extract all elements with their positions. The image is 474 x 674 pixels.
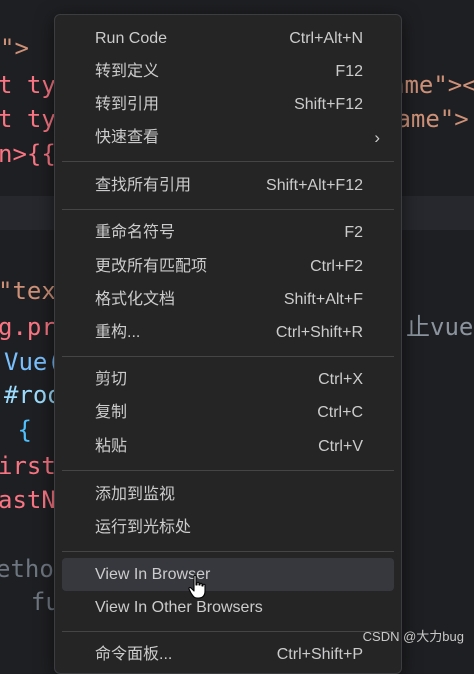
chevron-right-icon: › (374, 121, 380, 154)
code-line: "> (0, 32, 29, 65)
menu-item-change-all-occurrences[interactable]: 更改所有匹配项 Ctrl+F2 (62, 250, 394, 283)
menu-item-shortcut: F12 (335, 55, 363, 88)
menu-separator (62, 161, 394, 162)
menu-item-shortcut: Shift+F12 (294, 88, 363, 121)
menu-item-shortcut: Shift+Alt+F (284, 283, 363, 316)
code-line: astN (0, 484, 56, 517)
menu-item-view-in-browser[interactable]: View In Browser (62, 558, 394, 591)
menu-item-shortcut: Shift+Alt+F12 (266, 169, 363, 202)
menu-item-find-all-references[interactable]: 查找所有引用 Shift+Alt+F12 (62, 169, 394, 202)
code-fragment: 止vue (406, 311, 473, 344)
menu-item-shortcut: Ctrl+X (318, 363, 363, 396)
menu-item-view-in-other-browsers[interactable]: View In Other Browsers (62, 591, 394, 624)
menu-item-label: 转到引用 (95, 88, 159, 121)
menu-item-format-document[interactable]: 格式化文档 Shift+Alt+F (62, 283, 394, 316)
menu-item-shortcut: Ctrl+F2 (310, 250, 363, 283)
menu-item-go-to-definition[interactable]: 转到定义 F12 (62, 55, 394, 88)
menu-item-copy[interactable]: 复制 Ctrl+C (62, 396, 394, 429)
menu-item-label: 重构... (95, 316, 140, 349)
code-line: { (3, 414, 32, 447)
code-line: g.pr (0, 311, 56, 344)
menu-item-shortcut: Ctrl+V (318, 430, 363, 463)
menu-item-label: 运行到光标处 (95, 511, 191, 544)
menu-item-run-code[interactable]: Run Code Ctrl+Alt+N (62, 22, 394, 55)
menu-item-label: 复制 (95, 396, 127, 429)
menu-item-shortcut: Ctrl+C (317, 396, 363, 429)
menu-separator (62, 356, 394, 357)
menu-item-command-palette[interactable]: 命令面板... Ctrl+Shift+P (62, 638, 394, 671)
menu-item-label: 转到定义 (95, 55, 159, 88)
code-line: t ty (0, 103, 56, 136)
menu-item-label: 添加到监视 (95, 478, 175, 511)
menu-item-shortcut: Ctrl+Shift+P (277, 638, 363, 671)
menu-item-label: 查找所有引用 (95, 169, 191, 202)
menu-item-shortcut: Ctrl+Shift+R (276, 316, 363, 349)
context-menu: Run Code Ctrl+Alt+N 转到定义 F12 转到引用 Shift+… (54, 14, 402, 674)
menu-item-label: 命令面板... (95, 638, 172, 671)
menu-item-label: 快速查看 (95, 121, 159, 154)
menu-item-label: 格式化文档 (95, 283, 175, 316)
code-line: "tex (0, 275, 56, 308)
menu-item-cut[interactable]: 剪切 Ctrl+X (62, 363, 394, 396)
hand-cursor-icon (188, 574, 208, 600)
code-line: n>{{ (0, 138, 56, 171)
menu-separator (62, 209, 394, 210)
menu-item-go-to-references[interactable]: 转到引用 Shift+F12 (62, 88, 394, 121)
code-line: t ty (0, 69, 56, 102)
menu-item-shortcut: Ctrl+Alt+N (289, 22, 363, 55)
menu-item-add-to-watch[interactable]: 添加到监视 (62, 478, 394, 511)
code-fragment: ame">< (390, 69, 474, 102)
menu-item-run-to-cursor[interactable]: 运行到光标处 (62, 511, 394, 544)
menu-item-label: 粘贴 (95, 430, 127, 463)
menu-separator (62, 470, 394, 471)
menu-item-paste[interactable]: 粘贴 Ctrl+V (62, 430, 394, 463)
menu-separator (62, 551, 394, 552)
menu-item-label: 更改所有匹配项 (95, 250, 207, 283)
code-line: irst (0, 450, 56, 483)
menu-item-shortcut: F2 (344, 216, 363, 249)
menu-item-label: 重命名符号 (95, 216, 175, 249)
menu-item-label: 剪切 (95, 363, 127, 396)
menu-separator (62, 631, 394, 632)
menu-item-refactor[interactable]: 重构... Ctrl+Shift+R (62, 316, 394, 349)
menu-item-peek[interactable]: 快速查看 › (62, 121, 394, 154)
menu-item-rename-symbol[interactable]: 重命名符号 F2 (62, 216, 394, 249)
menu-item-label: View In Other Browsers (95, 591, 263, 624)
watermark: CSDN @大力bug (363, 626, 464, 645)
code-line: fu (2, 586, 60, 619)
menu-item-label: Run Code (95, 22, 167, 55)
